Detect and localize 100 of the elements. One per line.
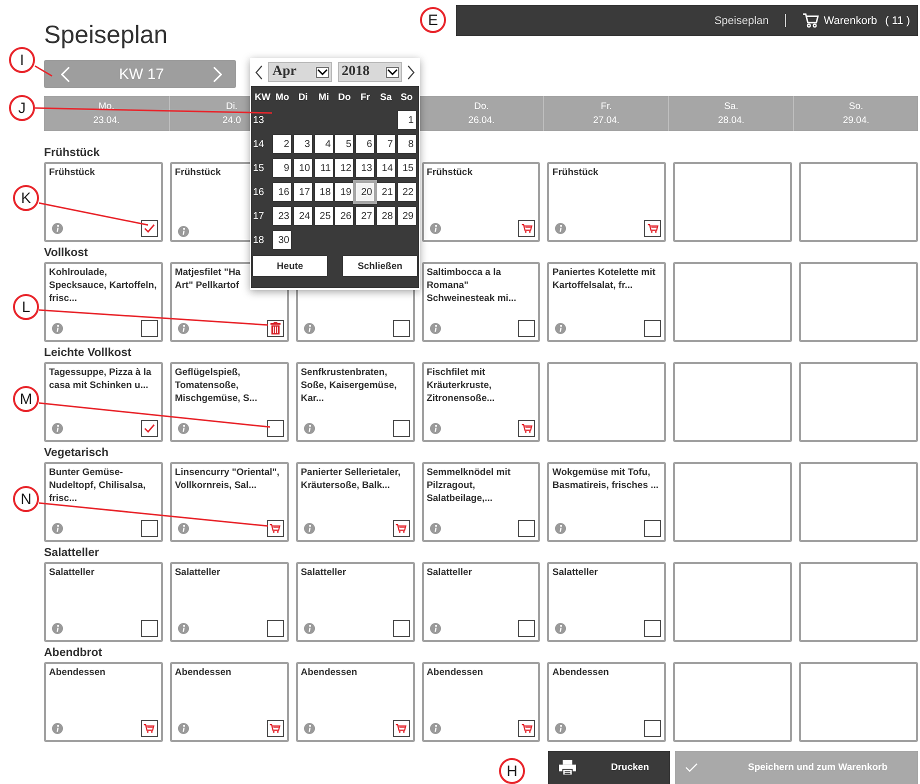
calendar-day[interactable]: 15 [398, 159, 416, 177]
info-icon[interactable] [52, 423, 63, 434]
info-icon[interactable] [430, 423, 441, 434]
info-icon[interactable] [52, 523, 63, 534]
calendar-day[interactable]: 2 [273, 135, 292, 153]
info-icon[interactable] [178, 523, 189, 534]
calendar-day[interactable]: 9 [273, 159, 292, 177]
info-icon[interactable] [555, 723, 566, 734]
info-icon[interactable] [555, 323, 566, 334]
checkbox[interactable] [140, 220, 158, 237]
add-to-cart-button[interactable] [392, 520, 410, 537]
info-icon[interactable] [304, 423, 315, 434]
info-icon[interactable] [52, 223, 63, 234]
info-icon[interactable] [52, 323, 63, 334]
info-icon[interactable] [430, 523, 441, 534]
calendar-day[interactable]: 10 [294, 159, 312, 177]
add-to-cart-button[interactable] [518, 720, 536, 737]
calendar-day[interactable]: 23 [273, 207, 292, 225]
calendar-day[interactable]: 5 [335, 135, 354, 153]
close-button[interactable]: Schließen [343, 256, 417, 276]
add-to-cart-button[interactable] [644, 220, 662, 237]
add-to-cart-button[interactable] [518, 420, 536, 437]
calendar-day[interactable]: 14 [376, 159, 395, 177]
delete-button[interactable] [266, 320, 284, 337]
info-icon[interactable] [178, 423, 189, 434]
previous-month-icon[interactable] [255, 64, 263, 80]
info-icon[interactable] [52, 623, 63, 634]
calendar-day[interactable]: 29 [398, 207, 416, 225]
cart-icon[interactable] [802, 13, 819, 28]
checkbox[interactable] [518, 620, 536, 637]
month-select[interactable]: Apr [268, 62, 332, 82]
calendar-day[interactable]: 26 [335, 207, 354, 225]
calendar-day[interactable]: 20 [356, 183, 374, 201]
calendar-day[interactable]: 22 [398, 183, 416, 201]
calendar-day[interactable]: 18 [314, 183, 333, 201]
meal-description: Salatteller [300, 567, 346, 578]
info-icon[interactable] [430, 623, 441, 634]
calendar-day[interactable]: 12 [335, 159, 354, 177]
checkbox[interactable] [392, 620, 410, 637]
checkbox[interactable] [644, 320, 662, 337]
info-icon[interactable] [178, 323, 189, 334]
info-icon[interactable] [52, 723, 63, 734]
speiseplan-link[interactable]: Speiseplan [714, 14, 769, 26]
calendar-day[interactable]: 30 [273, 231, 292, 249]
info-icon[interactable] [304, 723, 315, 734]
page-title: Speiseplan [44, 20, 168, 50]
calendar-day[interactable]: 25 [314, 207, 333, 225]
add-to-cart-button[interactable] [266, 520, 284, 537]
previous-week-icon[interactable] [61, 66, 70, 82]
info-icon[interactable] [304, 323, 315, 334]
calendar-day[interactable]: 16 [273, 183, 292, 201]
print-button[interactable]: Drucken [548, 751, 670, 784]
checkbox[interactable] [266, 620, 284, 637]
info-icon[interactable] [555, 623, 566, 634]
calendar-day[interactable]: 6 [356, 135, 374, 153]
calendar-day[interactable]: 17 [294, 183, 312, 201]
checkbox[interactable] [644, 620, 662, 637]
add-to-cart-button[interactable] [140, 720, 158, 737]
info-icon[interactable] [430, 323, 441, 334]
checkbox[interactable] [518, 320, 536, 337]
checkbox[interactable] [392, 420, 410, 437]
checkbox[interactable] [266, 420, 284, 437]
year-select[interactable]: 2018 [338, 62, 402, 82]
info-icon[interactable] [555, 523, 566, 534]
checkbox[interactable] [140, 320, 158, 337]
info-icon[interactable] [304, 523, 315, 534]
info-icon[interactable] [178, 226, 189, 237]
checkbox[interactable] [140, 420, 158, 437]
calendar-day[interactable]: 3 [294, 135, 312, 153]
checkbox[interactable] [518, 520, 536, 537]
info-icon[interactable] [304, 623, 315, 634]
calendar-column-header: Di [297, 92, 309, 102]
calendar-day[interactable]: 24 [294, 207, 312, 225]
info-icon[interactable] [555, 223, 566, 234]
checkbox[interactable] [392, 320, 410, 337]
add-to-cart-button[interactable] [518, 220, 536, 237]
calendar-day[interactable]: 7 [376, 135, 395, 153]
next-week-icon[interactable] [212, 66, 222, 82]
calendar-day[interactable]: 8 [398, 135, 416, 153]
calendar-day[interactable]: 19 [335, 183, 354, 201]
calendar-day[interactable]: 21 [376, 183, 395, 201]
info-icon[interactable] [178, 723, 189, 734]
calendar-day[interactable]: 13 [356, 159, 374, 177]
calendar-day[interactable]: 27 [356, 207, 374, 225]
checkbox[interactable] [644, 720, 662, 737]
next-month-icon[interactable] [406, 64, 415, 80]
calendar-day[interactable]: 28 [376, 207, 395, 225]
today-button[interactable]: Heute [253, 256, 327, 276]
checkbox[interactable] [140, 520, 158, 537]
cart-link[interactable]: Warenkorb [824, 14, 878, 26]
calendar-day[interactable]: 1 [398, 111, 416, 129]
calendar-day[interactable]: 11 [314, 159, 333, 177]
add-to-cart-button[interactable] [392, 720, 410, 737]
add-to-cart-button[interactable] [266, 720, 284, 737]
info-icon[interactable] [430, 223, 441, 234]
info-icon[interactable] [430, 723, 441, 734]
info-icon[interactable] [178, 623, 189, 634]
checkbox[interactable] [644, 520, 662, 537]
checkbox[interactable] [140, 620, 158, 637]
calendar-day[interactable]: 4 [314, 135, 333, 153]
